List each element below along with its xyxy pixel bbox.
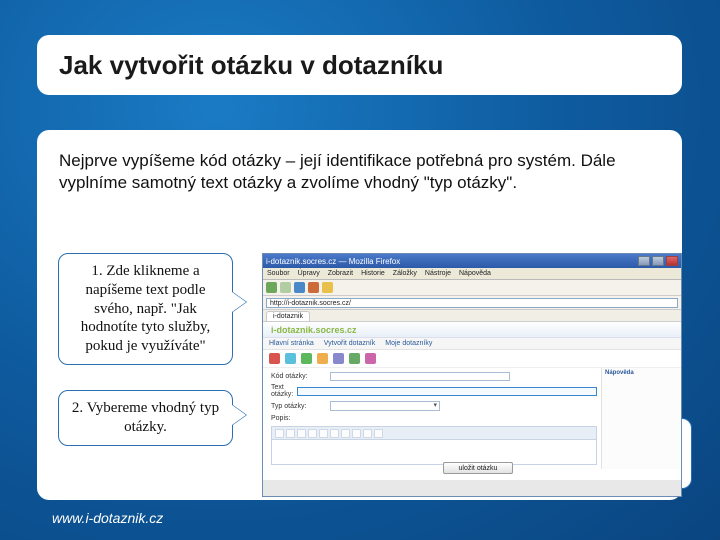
question-form: Kód otázky: Text otázky: Typ otázky: Pop… [263, 368, 681, 469]
action-icon[interactable] [317, 353, 328, 364]
minimize-button[interactable] [638, 256, 650, 266]
slide-title: Jak vytvořit otázku v dotazníku [59, 50, 443, 81]
back-icon[interactable] [266, 282, 277, 293]
popis-label: Popis: [271, 415, 326, 422]
browser-tab[interactable]: i-dotaznik [266, 311, 310, 321]
nav-link[interactable]: Vytvořit dotazník [324, 340, 376, 347]
home-icon[interactable] [322, 282, 333, 293]
address-bar-row: http://i-dotaznik.socres.cz/ [263, 296, 681, 310]
menu-item[interactable]: Soubor [267, 270, 290, 277]
window-titlebar: i-dotaznik.socres.cz — Mozilla Firefox [263, 254, 681, 268]
body-paragraph: Nejprve vypíšeme kód otázky – její ident… [59, 150, 660, 194]
tab-strip: i-dotaznik [263, 310, 681, 322]
action-icon[interactable] [285, 353, 296, 364]
window-title: i-dotaznik.socres.cz — Mozilla Firefox [266, 257, 400, 266]
help-sidebar: Nápověda [601, 368, 681, 469]
action-icon[interactable] [333, 353, 344, 364]
rt-btn[interactable] [330, 429, 339, 438]
rt-btn[interactable] [341, 429, 350, 438]
browser-toolbar [263, 280, 681, 296]
rt-btn[interactable] [352, 429, 361, 438]
nav-link[interactable]: Moje dotazníky [385, 340, 432, 347]
menu-item[interactable]: Úpravy [298, 270, 320, 277]
callout-step-2: 2. Vybereme vhodný typ otázky. [58, 390, 233, 446]
rt-btn[interactable] [275, 429, 284, 438]
reload-icon[interactable] [294, 282, 305, 293]
action-icon[interactable] [301, 353, 312, 364]
popis-textarea[interactable] [271, 439, 597, 465]
close-button[interactable] [666, 256, 678, 266]
nav-link[interactable]: Hlavní stránka [269, 340, 314, 347]
maximize-button[interactable] [652, 256, 664, 266]
text-label: Text otázky: [271, 384, 293, 398]
kod-label: Kód otázky: [271, 373, 326, 380]
callout-step-1: 1. Zde klikneme a napíšeme text podle sv… [58, 253, 233, 365]
page-content: i-dotaznik.socres.cz Hlavní stránka Vytv… [263, 322, 681, 480]
action-icon-row [263, 350, 681, 368]
rt-btn[interactable] [319, 429, 328, 438]
save-question-button[interactable]: uložit otázku [443, 462, 513, 474]
app-screenshot: i-dotaznik.socres.cz — Mozilla Firefox S… [262, 253, 682, 497]
site-banner: i-dotaznik.socres.cz [263, 322, 681, 338]
form-row-text: Text otázky: [271, 384, 597, 398]
site-navbar: Hlavní stránka Vytvořit dotazník Moje do… [263, 338, 681, 350]
kod-input[interactable] [330, 372, 510, 381]
rt-btn[interactable] [374, 429, 383, 438]
site-logo: i-dotaznik.socres.cz [271, 325, 357, 335]
rt-btn[interactable] [297, 429, 306, 438]
rt-btn[interactable] [308, 429, 317, 438]
menu-item[interactable]: Záložky [393, 270, 417, 277]
window-buttons [638, 256, 678, 266]
help-header: Nápověda [605, 370, 678, 376]
menu-item[interactable]: Zobrazit [328, 270, 353, 277]
text-input[interactable] [297, 387, 597, 396]
footer-url: www.i-dotaznik.cz [52, 510, 163, 526]
rich-text-toolbar [271, 426, 597, 439]
form-row-typ: Typ otázky: [271, 401, 597, 411]
typ-label: Typ otázky: [271, 403, 326, 410]
forward-icon[interactable] [280, 282, 291, 293]
rt-btn[interactable] [286, 429, 295, 438]
menu-item[interactable]: Nápověda [459, 270, 491, 277]
typ-select[interactable] [330, 401, 440, 411]
action-icon[interactable] [349, 353, 360, 364]
rt-btn[interactable] [363, 429, 372, 438]
address-input[interactable]: http://i-dotaznik.socres.cz/ [266, 298, 678, 308]
stop-icon[interactable] [308, 282, 319, 293]
logo-suffix: .socres.cz [313, 325, 357, 335]
form-row-kod: Kód otázky: [271, 372, 597, 381]
browser-menubar: Soubor Úpravy Zobrazit Historie Záložky … [263, 268, 681, 280]
logo-main: i-dotaznik [271, 325, 313, 335]
action-icon[interactable] [269, 353, 280, 364]
menu-item[interactable]: Historie [361, 270, 385, 277]
action-icon[interactable] [365, 353, 376, 364]
slide-title-bar: Jak vytvořit otázku v dotazníku [37, 35, 682, 95]
menu-item[interactable]: Nástroje [425, 270, 451, 277]
form-row-popis: Popis: [271, 415, 597, 422]
